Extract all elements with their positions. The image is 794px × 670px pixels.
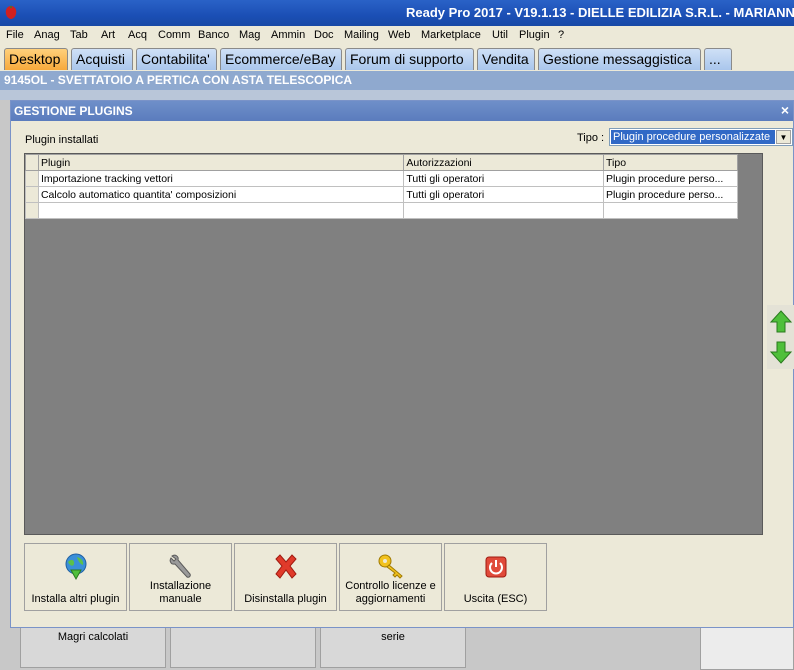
- table-cell[interactable]: [37, 202, 405, 219]
- plugins-table: Plugin Autorizzazioni Tipo Importazione …: [25, 154, 738, 219]
- menu-tab[interactable]: Tab: [70, 29, 88, 41]
- title-bar: Ready Pro 2017 - V19.1.13 - DIELLE EDILI…: [0, 0, 794, 26]
- menu-doc[interactable]: Doc: [314, 29, 334, 41]
- exit-label: Uscita (ESC): [463, 593, 528, 605]
- chevron-down-icon[interactable]: ▼: [776, 130, 791, 144]
- tab-contabilita[interactable]: Contabilita': [136, 48, 217, 70]
- menu-bar: File Anag Tab Art Acq Comm Banco Mag Amm…: [0, 26, 794, 45]
- uninstall-plugin-button[interactable]: Disinstalla plugin: [234, 543, 337, 611]
- tab-vendita[interactable]: Vendita: [477, 48, 535, 70]
- table-cell[interactable]: [403, 202, 605, 219]
- table-cell[interactable]: Plugin procedure perso...: [603, 170, 738, 187]
- row-header[interactable]: [25, 170, 39, 187]
- dialog-title: GESTIONE PLUGINS: [14, 104, 133, 118]
- table-row[interactable]: Calcolo automatico quantita' composizion…: [25, 186, 738, 203]
- tab-ecommerce[interactable]: Ecommerce/eBay: [220, 48, 342, 70]
- app-logo-icon: [5, 5, 17, 19]
- document-bar: 9145OL - SVETTATOIO A PERTICA CON ASTA T…: [0, 71, 794, 90]
- tipo-selected-value: Plugin procedure personalizzate: [611, 130, 775, 144]
- menu-art[interactable]: Art: [101, 29, 115, 41]
- menu-mag[interactable]: Mag: [239, 29, 260, 41]
- globe-download-icon: [65, 553, 87, 581]
- install-plugins-label: Installa altri plugin: [31, 593, 120, 605]
- installed-plugins-label: Plugin installati: [25, 134, 99, 146]
- install-plugins-button[interactable]: Installa altri plugin: [24, 543, 127, 611]
- action-bar: Installa altri plugin Installazione manu…: [24, 541, 763, 611]
- close-icon[interactable]: ×: [781, 102, 789, 118]
- table-row[interactable]: Importazione tracking vettori Tutti gli …: [25, 170, 738, 187]
- menu-marketplace[interactable]: Marketplace: [421, 29, 481, 41]
- table-cell[interactable]: Importazione tracking vettori: [37, 170, 405, 187]
- menu-ammin[interactable]: Ammin: [271, 29, 305, 41]
- manual-install-label: Installazione manuale: [149, 580, 212, 605]
- tipo-label: Tipo :: [577, 132, 605, 144]
- menu-banco[interactable]: Banco: [198, 29, 229, 41]
- menu-help[interactable]: ?: [558, 29, 564, 41]
- power-icon: [485, 556, 507, 578]
- menu-plugin[interactable]: Plugin: [519, 29, 550, 41]
- menu-mailing[interactable]: Mailing: [344, 29, 379, 41]
- uninstall-plugin-label: Disinstalla plugin: [244, 593, 327, 605]
- menu-web[interactable]: Web: [388, 29, 410, 41]
- order-arrows: [767, 305, 794, 369]
- tipo-select[interactable]: Plugin procedure personalizzate ▼: [609, 128, 793, 146]
- toolbar-strip: [0, 90, 794, 100]
- exit-button[interactable]: Uscita (ESC): [444, 543, 547, 611]
- dialog-title-bar: GESTIONE PLUGINS ×: [11, 101, 793, 121]
- license-check-button[interactable]: Controllo licenze e aggiornamenti: [339, 543, 442, 611]
- tab-messaggistica[interactable]: Gestione messaggistica: [538, 48, 701, 70]
- key-icon: [378, 554, 403, 579]
- window-title: Ready Pro 2017 - V19.1.13 - DIELLE EDILI…: [406, 5, 794, 20]
- plugins-grid[interactable]: Plugin Autorizzazioni Tipo Importazione …: [24, 153, 763, 535]
- table-cell[interactable]: [603, 202, 738, 219]
- menu-anag[interactable]: Anag: [34, 29, 60, 41]
- red-x-icon: [275, 554, 297, 579]
- row-header-corner: [25, 154, 39, 171]
- table-cell[interactable]: Tutti gli operatori: [403, 170, 605, 187]
- tab-desktop[interactable]: Desktop: [4, 48, 68, 70]
- table-cell[interactable]: Calcolo automatico quantita' composizion…: [37, 186, 405, 203]
- plugins-dialog: GESTIONE PLUGINS × Plugin installati Tip…: [10, 100, 794, 628]
- row-header[interactable]: [25, 202, 39, 219]
- tab-acquisti[interactable]: Acquisti: [71, 48, 133, 70]
- manual-install-button[interactable]: Installazione manuale: [129, 543, 232, 611]
- row-header[interactable]: [25, 186, 39, 203]
- table-cell[interactable]: Plugin procedure perso...: [603, 186, 738, 203]
- menu-file[interactable]: File: [6, 29, 24, 41]
- arrow-down-icon[interactable]: [769, 339, 793, 365]
- background-panel-label: serie: [381, 631, 405, 643]
- table-cell[interactable]: Tutti gli operatori: [403, 186, 605, 203]
- tab-forum[interactable]: Forum di supporto: [345, 48, 474, 70]
- menu-comm[interactable]: Comm: [158, 29, 190, 41]
- column-header-tipo[interactable]: Tipo: [603, 154, 738, 171]
- tab-more[interactable]: ...: [704, 48, 732, 70]
- arrow-up-icon[interactable]: [769, 309, 793, 335]
- menu-acq[interactable]: Acq: [128, 29, 147, 41]
- column-header-plugin[interactable]: Plugin: [37, 154, 405, 171]
- column-header-autorizzazioni[interactable]: Autorizzazioni: [403, 154, 605, 171]
- wrench-icon: [169, 554, 191, 578]
- table-header-row: Plugin Autorizzazioni Tipo: [25, 154, 738, 171]
- tab-bar: Desktop Acquisti Contabilita' Ecommerce/…: [0, 45, 794, 71]
- table-row[interactable]: [25, 202, 738, 219]
- background-panel-label: Magri calcolati: [57, 631, 129, 643]
- license-check-label: Controllo licenze e aggiornamenti: [345, 580, 436, 605]
- menu-util[interactable]: Util: [492, 29, 508, 41]
